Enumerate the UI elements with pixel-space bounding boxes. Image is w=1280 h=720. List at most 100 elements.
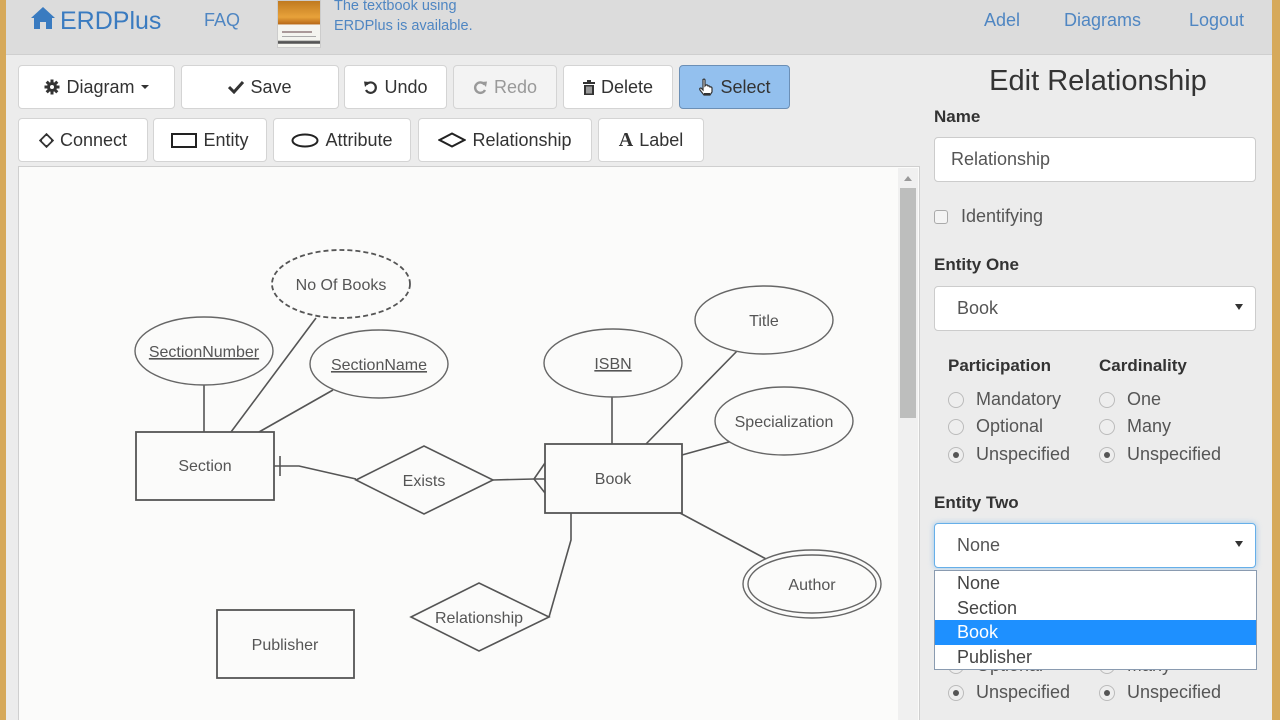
diagram-canvas[interactable]: Section Book Publisher No Of Books Secti… — [18, 166, 920, 720]
canvas-vertical-scrollbar[interactable] — [898, 168, 918, 720]
save-button[interactable]: Save — [181, 65, 339, 109]
dropdown-option-book[interactable]: Book — [935, 620, 1256, 645]
entity-one-label: Entity One — [934, 255, 1020, 274]
undo-button[interactable]: Undo — [344, 65, 447, 109]
radio-icon — [1099, 391, 1115, 408]
faq-link[interactable]: FAQ — [204, 10, 240, 31]
brand-name: ERDPlus — [60, 7, 162, 35]
radio-selected-icon — [948, 446, 964, 463]
cardinality-two-unspecified-radio[interactable]: Unspecified — [1099, 682, 1221, 703]
attribute-author-label: Author — [788, 577, 836, 594]
entity-book-label: Book — [595, 471, 632, 488]
relationship-exists[interactable]: Exists — [354, 445, 495, 515]
select-button[interactable]: Select — [679, 65, 790, 109]
caret-down-icon — [140, 85, 149, 89]
attribute-specialization[interactable]: Specialization — [714, 386, 854, 456]
participation-two-unspecified-radio[interactable]: Unspecified — [948, 682, 1070, 703]
entity-tool-button[interactable]: Entity — [153, 118, 267, 162]
scroll-up-arrow-icon[interactable] — [904, 176, 912, 181]
entity-two-dropdown-list: None Section Book Publisher — [934, 570, 1257, 670]
scroll-thumb[interactable] — [900, 188, 916, 418]
dropdown-option-section[interactable]: Section — [935, 596, 1256, 621]
diagram-label: Diagram — [66, 76, 135, 97]
radio-selected-icon — [1099, 446, 1115, 463]
attribute-tool-button[interactable]: Attribute — [273, 118, 411, 162]
attribute-section-name[interactable]: SectionName — [309, 329, 449, 399]
connect-label: Connect — [59, 129, 128, 150]
label-tool-button[interactable]: A Label — [598, 118, 704, 162]
participation-one-label: Participation — [948, 356, 1051, 375]
select-caret-icon — [1235, 304, 1243, 310]
radio-label: Optional — [976, 416, 1044, 436]
identifying-checkbox[interactable]: Identifying — [934, 206, 1043, 227]
cardinality-one-one-radio[interactable]: One — [1099, 389, 1161, 410]
radio-icon — [1099, 418, 1115, 435]
name-input[interactable]: Relationship — [934, 137, 1256, 182]
diagram-menu-button[interactable]: Diagram — [18, 65, 175, 109]
attribute-section-number-label: SectionNumber — [149, 344, 260, 361]
connector-specialization-book — [681, 439, 737, 456]
cardinality-one-label: Cardinality — [1099, 356, 1187, 375]
hand-pointer-icon — [698, 78, 714, 96]
radio-label: Unspecified — [976, 682, 1071, 702]
attribute-section-number[interactable]: SectionNumber — [134, 316, 274, 386]
participation-one-mandatory-radio[interactable]: Mandatory — [948, 389, 1061, 410]
radio-icon — [948, 418, 964, 435]
textbook-cover-image[interactable] — [277, 0, 321, 48]
cardinality-one-many-radio[interactable]: Many — [1099, 416, 1171, 437]
participation-one-unspecified-radio[interactable]: Unspecified — [948, 444, 1070, 465]
promo-line-1: The textbook using — [334, 0, 457, 14]
relationship-relationship-label: Relationship — [435, 610, 523, 627]
dropdown-option-none[interactable]: None — [935, 571, 1256, 596]
redo-label: Redo — [493, 76, 538, 97]
entity-publisher[interactable]: Publisher — [216, 609, 355, 679]
relationship-relationship[interactable]: Relationship — [409, 582, 551, 652]
textbook-promo-link[interactable]: The textbook using ERDPlus is available. — [334, 0, 473, 36]
checkmark-icon — [228, 80, 245, 94]
connector-author-book — [679, 512, 769, 561]
er-diagram: Section Book Publisher No Of Books Secti… — [134, 249, 882, 679]
diagrams-link[interactable]: Diagrams — [1064, 10, 1141, 31]
participation-one-optional-radio[interactable]: Optional — [948, 416, 1043, 437]
redo-button[interactable]: Redo — [453, 65, 557, 109]
attribute-author[interactable]: Author — [742, 549, 882, 619]
connector-book-relationship — [548, 513, 572, 618]
attribute-label: Attribute — [325, 129, 393, 150]
radio-selected-icon — [948, 684, 964, 701]
entity-two-label: Entity Two — [934, 493, 1019, 512]
select-label: Select — [720, 76, 771, 97]
delete-button[interactable]: Delete — [563, 65, 673, 109]
user-link[interactable]: Adel — [984, 10, 1020, 31]
entity-section[interactable]: Section — [135, 431, 275, 501]
attribute-title[interactable]: Title — [694, 285, 834, 355]
identifying-checkbox-box[interactable] — [934, 209, 948, 224]
entity-one-select[interactable]: Book — [934, 286, 1256, 331]
select-caret-icon — [1235, 541, 1243, 547]
entity-publisher-label: Publisher — [252, 637, 319, 654]
attribute-no-of-books[interactable]: No Of Books — [271, 249, 411, 319]
radio-label: Unspecified — [976, 444, 1071, 464]
connect-move-icon — [38, 132, 54, 148]
attribute-no-of-books-label: No Of Books — [296, 277, 387, 294]
promo-line-2: ERDPlus is available. — [334, 18, 473, 34]
navbar: ERDPlus FAQ The textbook using ERDPlus i… — [6, 0, 1272, 55]
entity-label: Entity — [203, 129, 249, 150]
logout-link[interactable]: Logout — [1189, 10, 1244, 31]
entity-two-select[interactable]: None — [934, 523, 1256, 568]
connector-sectionname-section — [258, 389, 334, 433]
radio-label: Many — [1127, 416, 1172, 436]
attribute-specialization-label: Specialization — [735, 414, 834, 431]
relationship-tool-button[interactable]: Relationship — [418, 118, 592, 162]
undo-label: Undo — [384, 76, 428, 97]
entity-book[interactable]: Book — [544, 443, 683, 514]
brand-link[interactable]: ERDPlus — [30, 6, 161, 37]
dropdown-option-publisher[interactable]: Publisher — [935, 645, 1256, 670]
attribute-isbn[interactable]: ISBN — [543, 328, 683, 398]
attribute-section-name-label: SectionName — [331, 357, 427, 374]
home-icon — [30, 6, 60, 37]
connector-section-exists — [274, 465, 357, 480]
connect-tool-button[interactable]: Connect — [18, 118, 148, 162]
trash-icon — [582, 79, 595, 95]
cardinality-one-unspecified-radio[interactable]: Unspecified — [1099, 444, 1221, 465]
undo-icon — [363, 80, 378, 95]
